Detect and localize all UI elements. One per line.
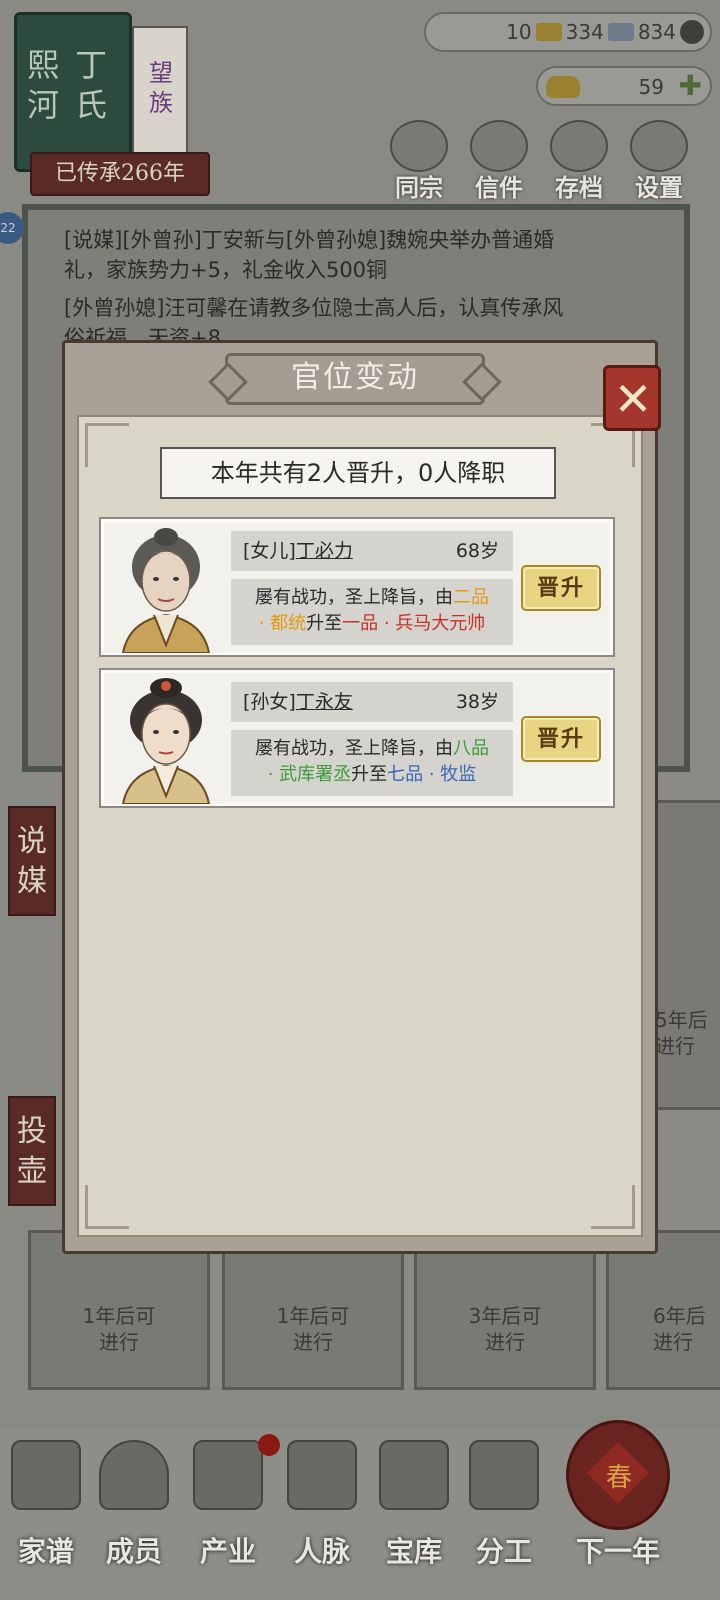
close-button[interactable]: ✕ <box>603 365 661 431</box>
nav-members[interactable]: 成员 <box>92 1440 176 1590</box>
menu-letters[interactable]: 信件 <box>462 120 536 202</box>
promote-button[interactable]: 晋升 <box>521 565 601 611</box>
scroll-icon <box>469 1440 539 1510</box>
menu-save[interactable]: 存档 <box>542 120 616 202</box>
person-age: 38岁 <box>455 691 499 713</box>
copper-count: 834 <box>637 20 676 44</box>
side-tag-matchmaking[interactable]: 说媒 <box>8 806 56 916</box>
nav-genealogy[interactable]: 家谱 <box>4 1440 88 1590</box>
ingot-bar: 59 ✚ <box>536 66 712 106</box>
ingot-count: 59 <box>638 75 664 99</box>
currency-bar: 10 334 834 <box>424 12 712 52</box>
nav-next-year[interactable]: 下一年 <box>560 1440 676 1590</box>
person-header: [孙女]丁永友 38岁 <box>231 682 513 722</box>
nav-network-label: 人脉 <box>293 1535 350 1568</box>
nav-network[interactable]: 人脉 <box>280 1440 364 1590</box>
letter-icon <box>470 120 528 172</box>
card-text: 1年后可 进行 <box>82 1304 156 1354</box>
nav-industry[interactable]: 产业 <box>186 1440 270 1590</box>
family-book-cover: 熙河 丁氏 <box>14 12 132 172</box>
member-icon <box>99 1440 169 1510</box>
person-name[interactable]: [孙女]丁永友 <box>243 682 353 722</box>
portrait-avatar <box>109 523 223 653</box>
corner-ornament <box>85 1185 129 1229</box>
gear-icon <box>630 120 688 172</box>
promotion-summary: 本年共有2人晋升，0人降职 <box>160 447 556 499</box>
promotion-description: 屡有战功，圣上降旨，由二品 · 都统升至一品 · 兵马大元帅 <box>231 579 513 645</box>
family-surname: 丁氏 <box>74 46 107 124</box>
card-text: 5年后 <box>655 1008 708 1032</box>
family-place-name: 熙河 <box>26 46 59 124</box>
card-text: 6年后 进行 <box>653 1304 706 1354</box>
scroll-save-icon <box>550 120 608 172</box>
menu-letters-label: 信件 <box>475 173 523 202</box>
menu-settings[interactable]: 设置 <box>622 120 696 202</box>
person-header: [女儿]丁必力 68岁 <box>231 531 513 571</box>
nav-division[interactable]: 分工 <box>462 1440 546 1590</box>
card-text: 进行 <box>655 1034 695 1058</box>
nav-industry-label: 产业 <box>199 1535 256 1568</box>
nav-genealogy-label: 家谱 <box>17 1535 74 1568</box>
corner-ornament <box>85 423 129 467</box>
clan-book-icon <box>390 120 448 172</box>
nav-members-label: 成员 <box>105 1535 162 1568</box>
close-icon: ✕ <box>613 372 653 426</box>
corner-ornament <box>591 1185 635 1229</box>
family-rank-book: 望族 <box>132 26 188 166</box>
dialog-title: 官位变动 <box>225 353 485 405</box>
promote-button[interactable]: 晋升 <box>521 716 601 762</box>
nav-division-label: 分工 <box>475 1535 532 1568</box>
menu-clan[interactable]: 同宗 <box>382 120 456 202</box>
menu-save-label: 存档 <box>555 173 603 202</box>
log-line: [外曾孙媳]汪可馨在请教多位隐士高人后，认真传承风 <box>64 296 564 320</box>
building-icon <box>193 1440 263 1510</box>
notification-dot <box>258 1434 280 1456</box>
portrait-avatar <box>109 674 223 804</box>
promotion-description: 屡有战功，圣上降旨，由八品 · 武库署丞升至七品 · 牧监 <box>231 730 513 796</box>
nav-next-year-label: 下一年 <box>575 1535 660 1568</box>
gold-count: 10 <box>506 20 532 44</box>
network-icon <box>287 1440 357 1510</box>
card-text: 3年后可 进行 <box>468 1304 542 1354</box>
family-rank: 望族 <box>149 59 173 117</box>
nav-treasury-label: 宝库 <box>385 1535 442 1568</box>
heritage-years: 已传承266年 <box>30 152 210 196</box>
gold-bar-icon <box>535 23 562 41</box>
treasure-chest-icon <box>379 1440 449 1510</box>
activity-card[interactable]: 1年后可 进行 <box>28 1230 210 1390</box>
menu-settings-label: 设置 <box>635 173 683 202</box>
activity-card[interactable]: 6年后 进行 <box>606 1230 720 1390</box>
log-line: 礼，家族势力+5，礼金收入500铜 <box>64 258 388 282</box>
add-ingot-button[interactable]: ✚ <box>679 72 702 100</box>
coin-icon <box>680 20 704 44</box>
ingot-icon <box>546 76 580 98</box>
jade-count: 334 <box>565 20 604 44</box>
log-count-badge: 22 <box>0 212 24 244</box>
jade-icon <box>607 23 634 41</box>
activity-card[interactable]: 3年后可 进行 <box>414 1230 596 1390</box>
nav-treasury[interactable]: 宝库 <box>372 1440 456 1590</box>
activity-card[interactable]: 1年后可 进行 <box>222 1230 404 1390</box>
promotion-dialog: 官位变动 ✕ 本年共有2人晋升，0人降职 [女儿]丁必力 68岁 屡有战功，圣上… <box>62 340 661 1254</box>
genealogy-book-icon <box>11 1440 81 1510</box>
person-row[interactable]: [女儿]丁必力 68岁 屡有战功，圣上降旨，由二品 · 都统升至一品 · 兵马大… <box>99 517 615 657</box>
log-line: [说媒][外曾孙]丁安新与[外曾孙媳]魏婉央举办普通婚 <box>64 228 555 252</box>
menu-clan-label: 同宗 <box>395 173 443 202</box>
person-row[interactable]: [孙女]丁永友 38岁 屡有战功，圣上降旨，由八品 · 武库署丞升至七品 · 牧… <box>99 668 615 808</box>
person-age: 68岁 <box>455 540 499 562</box>
side-tag-pitch-pot[interactable]: 投壶 <box>8 1096 56 1206</box>
person-name[interactable]: [女儿]丁必力 <box>243 531 353 571</box>
card-text: 1年后可 进行 <box>276 1304 350 1354</box>
